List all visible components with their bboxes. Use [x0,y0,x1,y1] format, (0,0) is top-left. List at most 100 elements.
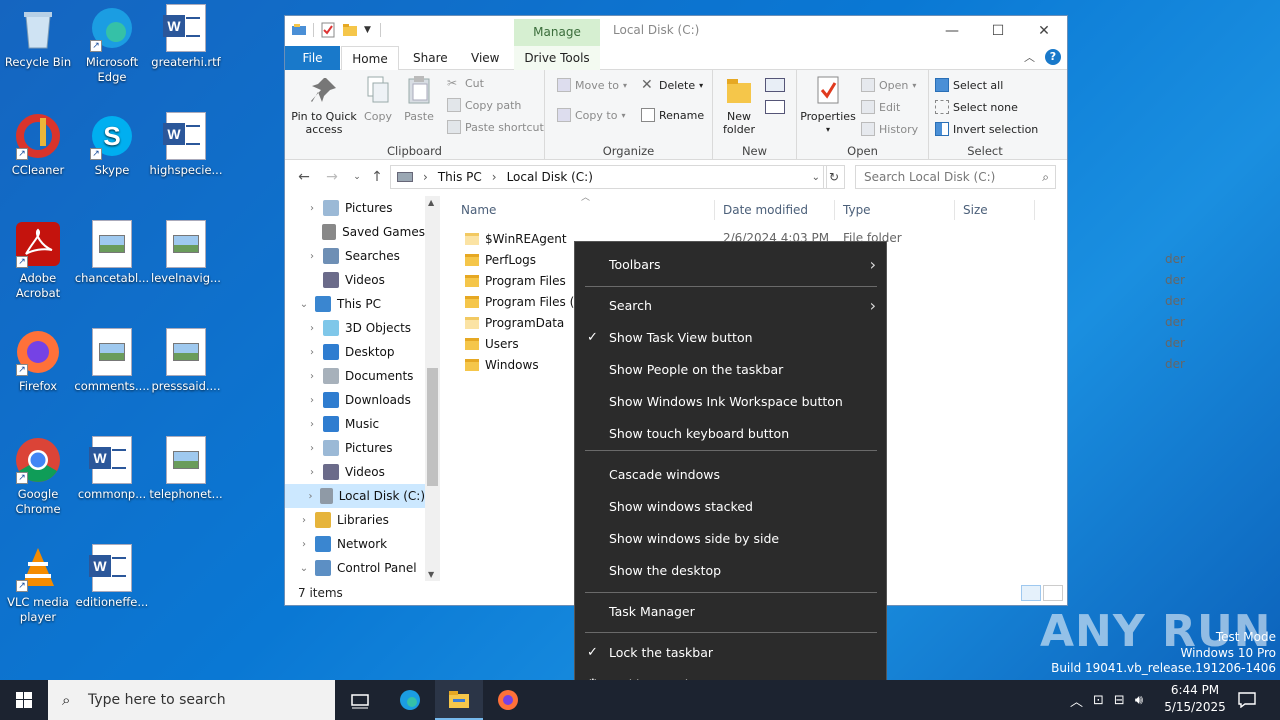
qat-dropdown-icon[interactable]: ▼ [364,22,374,38]
file-row[interactable]: Program Files [465,270,566,291]
copy-to-button[interactable]: Copy to ▾ [557,108,625,122]
help-icon[interactable]: ? [1045,49,1061,65]
paste-shortcut-button[interactable]: Paste shortcut [447,120,544,134]
up-arrow-icon[interactable]: ↑ [367,167,387,187]
show-hidden-icons-icon[interactable]: ︿ [1070,691,1083,710]
file-row[interactable]: ProgramData [465,312,564,333]
expand-chevron-icon[interactable]: › [305,203,319,214]
nav-item[interactable]: › 3D Objects [285,316,425,340]
context-menu-item[interactable]: Search › [575,290,886,322]
volume-icon[interactable]: 🔊︎ [1135,693,1143,708]
desktop-icon[interactable]: ↗ Google Chrome [0,436,76,517]
desktop-icon[interactable]: chancetabl... [74,220,150,286]
column-type[interactable]: Type [837,200,955,220]
scroll-down-icon[interactable]: ▼ [428,570,434,579]
desktop-icon[interactable]: telephonet... [148,436,224,502]
start-button[interactable] [0,680,48,720]
taskbar[interactable]: ⌕ Type here to search ︿ ⊡ ⊟ 🔊︎ 6:44 PM 5… [0,680,1280,720]
context-menu-item[interactable]: ✓ Show Task View button [575,322,886,354]
context-menu-item[interactable]: Show touch keyboard button [575,418,886,450]
desktop-icon[interactable]: levelnavig... [148,220,224,286]
file-row[interactable]: PerfLogs [465,249,536,270]
desktop-icon[interactable]: comments.... [74,328,150,394]
expand-chevron-icon[interactable]: › [305,491,316,502]
context-menu-item[interactable]: Show the desktop [575,555,886,587]
notifications-icon[interactable] [1238,680,1258,720]
breadcrumb-local-disk[interactable]: Local Disk (C:) [507,170,593,184]
desktop-icon[interactable]: Wcommonp... [74,436,150,502]
select-all-button[interactable]: Select all [935,78,1003,92]
navigation-pane[interactable]: › Pictures Saved Games › Searches Videos ⌄ This… [285,196,441,581]
cut-button[interactable]: ✂ Cut [447,76,484,90]
taskbar-firefox[interactable] [484,680,532,720]
large-icons-view-icon[interactable] [1043,585,1063,601]
file-row[interactable]: Program Files (x8 [465,291,589,312]
open-button[interactable]: Open ▾ [861,78,916,92]
details-view-icon[interactable] [1021,585,1041,601]
expand-chevron-icon[interactable]: › [305,251,319,262]
desktop-icon[interactable]: Weditioneffe... [74,544,150,610]
expand-chevron-icon[interactable]: › [305,323,319,334]
desktop-icon[interactable]: S ↗ Skype [74,112,150,178]
nav-item[interactable]: ⌄ This PC [285,292,425,316]
properties-qat-icon[interactable] [320,22,336,38]
tab-file[interactable]: File [285,46,340,70]
forward-arrow-icon[interactable]: → [322,167,342,187]
paste-button[interactable]: Paste [401,74,437,123]
desktop-icon[interactable]: ↗ Adobe Acrobat [0,220,76,301]
breadcrumb-this-pc[interactable]: This PC [438,170,482,184]
nav-scrollbar[interactable]: ▲ ▼ [425,196,440,581]
expand-chevron-icon[interactable]: › [305,347,319,358]
tab-home[interactable]: Home [341,46,399,71]
context-menu-item[interactable]: Cascade windows [575,459,886,491]
context-menu-item[interactable]: Show windows stacked [575,491,886,523]
nav-item[interactable]: › Videos [285,460,425,484]
expand-chevron-icon[interactable]: › [297,515,311,526]
nav-item[interactable]: ⌄ Control Panel [285,556,425,580]
collapse-ribbon-icon[interactable]: ︿ [1024,49,1035,65]
nav-item[interactable]: › Local Disk (C:) [285,484,425,508]
taskbar-search-box[interactable]: ⌕ Type here to search [48,680,335,720]
nav-item[interactable]: › Pictures [285,196,425,220]
new-folder-button[interactable]: New folder [717,74,761,136]
network-icon[interactable]: ⊟ [1114,693,1125,708]
tab-drive-tools[interactable]: Drive Tools [514,46,600,70]
recent-locations-icon[interactable]: ⌄ [347,167,367,187]
context-menu-item[interactable]: Toolbars › [575,249,886,281]
nav-item[interactable]: Saved Games [285,220,425,244]
clock[interactable]: 6:44 PM 5/15/2025 [1160,682,1230,716]
desktop-icon[interactable]: ↗ VLC media player [0,544,76,625]
column-size[interactable]: Size [957,200,1035,220]
collapse-chevron-icon[interactable]: ⌄ [297,563,311,574]
desktop-icon[interactable]: ↗ Microsoft Edge [74,4,150,85]
tab-view[interactable]: View [465,46,505,70]
address-field[interactable]: › This PC › Local Disk (C:) ⌄ [390,165,827,189]
column-date-modified[interactable]: Date modified [717,200,835,220]
delete-button[interactable]: ✕ Delete ▾ [641,78,703,92]
collapse-chevron-icon[interactable]: ⌄ [297,299,311,310]
file-row[interactable]: $WinREAgent [465,228,567,249]
desktop-icon[interactable]: Whighspecie... [148,112,224,178]
desktop-icon[interactable]: presssaid.... [148,328,224,394]
expand-chevron-icon[interactable]: › [305,467,319,478]
address-dropdown-icon[interactable]: ⌄ [812,172,820,183]
context-menu-item[interactable]: Show Windows Ink Workspace button [575,386,886,418]
nav-item[interactable]: Videos [285,268,425,292]
desktop-icon[interactable]: Wgreaterhi.rtf [148,4,224,70]
search-input[interactable]: Search Local Disk (C:) ⌕ [855,165,1056,189]
file-row[interactable]: Windows [465,354,539,375]
nav-item[interactable]: › Pictures [285,436,425,460]
nav-scroll-thumb[interactable] [427,368,438,486]
easy-access-icon[interactable] [765,100,785,114]
tray-app-icon[interactable]: ⊡ [1093,693,1104,708]
taskbar-file-explorer[interactable] [435,680,483,720]
copy-button[interactable]: Copy [361,74,395,123]
nav-item[interactable]: › Downloads [285,388,425,412]
nav-item[interactable]: › Desktop [285,340,425,364]
pin-to-quick-access-button[interactable]: Pin to Quick access [289,74,359,136]
expand-chevron-icon[interactable]: › [305,419,319,430]
move-to-button[interactable]: Move to ▾ [557,78,627,92]
properties-button[interactable]: Properties ▾ [799,74,857,136]
maximize-button[interactable]: ☐ [975,16,1021,46]
close-button[interactable]: ✕ [1021,16,1067,46]
